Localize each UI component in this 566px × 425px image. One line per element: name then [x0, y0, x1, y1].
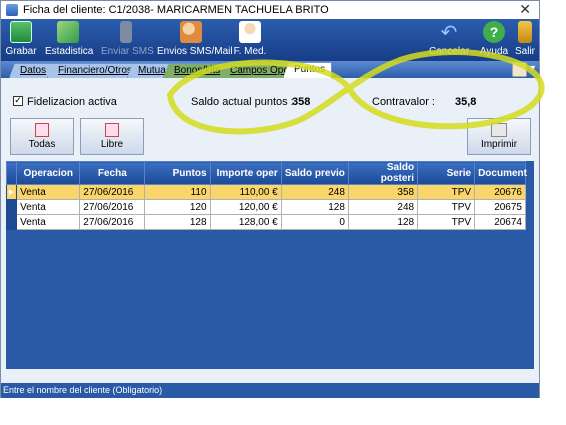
- cancelar-button[interactable]: ↶ Cancelar: [429, 21, 469, 59]
- users-icon: [180, 21, 202, 43]
- phone-icon: [120, 21, 132, 43]
- exit-icon: [518, 21, 532, 43]
- puntos-grid: Operacion Fecha Puntos Importe oper Sald…: [5, 161, 534, 369]
- close-icon[interactable]: ✕: [519, 2, 531, 18]
- col-saldo-posteri[interactable]: Saldo posteri: [347, 161, 419, 185]
- enviar-sms-button[interactable]: Enviar SMS: [101, 21, 154, 59]
- toolbar: Grabar Estadistica Enviar SMS Envios SMS…: [1, 19, 539, 61]
- col-puntos[interactable]: Puntos: [144, 161, 211, 185]
- user-icon[interactable]: [512, 62, 527, 77]
- col-importe-oper[interactable]: Importe oper: [209, 161, 282, 185]
- tab-bar: Datos Financiero/Otros Mutua Bonos/kits …: [1, 61, 539, 78]
- col-saldo-previo[interactable]: Saldo previo: [280, 161, 349, 185]
- saldo-label: Saldo actual puntos :: [191, 96, 294, 108]
- table-row[interactable]: ▶ Venta 27/06/2016 110 110,00 € 248 358 …: [5, 184, 526, 200]
- f-med-button[interactable]: F. Med.: [231, 21, 269, 59]
- libre-button[interactable]: Libre: [80, 118, 144, 155]
- grid-icon: [35, 123, 49, 137]
- envios-sms-mail-button[interactable]: Envios SMS/Mail: [157, 21, 233, 59]
- table-row[interactable]: Venta 27/06/2016 120 120,00 € 128 248 TP…: [5, 199, 526, 215]
- tab-bonos-kits[interactable]: Bonos/kits: [163, 63, 228, 78]
- ayuda-button[interactable]: ? Ayuda: [479, 21, 509, 59]
- col-fecha[interactable]: Fecha: [79, 161, 146, 185]
- chevron-down-icon[interactable]: ▼: [528, 63, 537, 73]
- row-indicator-icon: ▶: [5, 184, 18, 200]
- saldo-value: 358: [292, 96, 311, 108]
- status-bar: Entre el nombre del cliente (Obligatorio…: [1, 383, 539, 398]
- col-serie[interactable]: Serie: [417, 161, 476, 185]
- tab-datos[interactable]: Datos: [9, 63, 54, 78]
- todas-button[interactable]: Todas: [10, 118, 74, 155]
- title-bar: Ficha del cliente: C1/2038- MARICARMEN T…: [1, 1, 539, 19]
- printer-icon: [491, 123, 507, 137]
- help-icon: ?: [483, 21, 505, 43]
- chart-icon: [57, 21, 79, 43]
- fidelizacion-checkbox[interactable]: ✓: [13, 96, 23, 106]
- grid-icon: [105, 123, 119, 137]
- salir-button[interactable]: Salir: [513, 21, 537, 59]
- col-document[interactable]: Document: [474, 161, 527, 185]
- tab-financiero-otros[interactable]: Financiero/Otros: [47, 63, 139, 78]
- contravalor-label: Contravalor :: [372, 96, 435, 108]
- puntos-table: Operacion Fecha Puntos Importe oper Sald…: [5, 161, 527, 230]
- client-window: Ficha del cliente: C1/2038- MARICARMEN T…: [0, 0, 540, 398]
- grabar-button[interactable]: Grabar: [5, 21, 37, 59]
- app-icon: [6, 4, 18, 16]
- tab-puntos[interactable]: Puntos: [283, 62, 333, 78]
- save-icon: [10, 21, 32, 43]
- puntos-panel: ✓ Fidelizacion activa Saldo actual punto…: [2, 78, 538, 160]
- table-header: Operacion Fecha Puntos Importe oper Sald…: [5, 161, 527, 185]
- undo-icon: ↶: [440, 20, 458, 44]
- estadistica-button[interactable]: Estadistica: [45, 21, 93, 59]
- table-row[interactable]: Venta 27/06/2016 128 128,00 € 0 128 TPV …: [5, 214, 526, 230]
- contravalor-value: 35,8: [455, 96, 477, 108]
- imprimir-button[interactable]: Imprimir: [467, 118, 531, 155]
- fidelizacion-label: Fidelizacion activa: [27, 96, 117, 108]
- doctor-icon: [239, 21, 261, 43]
- col-operacion[interactable]: Operacion: [16, 161, 81, 185]
- window-title: Ficha del cliente: C1/2038- MARICARMEN T…: [23, 4, 329, 16]
